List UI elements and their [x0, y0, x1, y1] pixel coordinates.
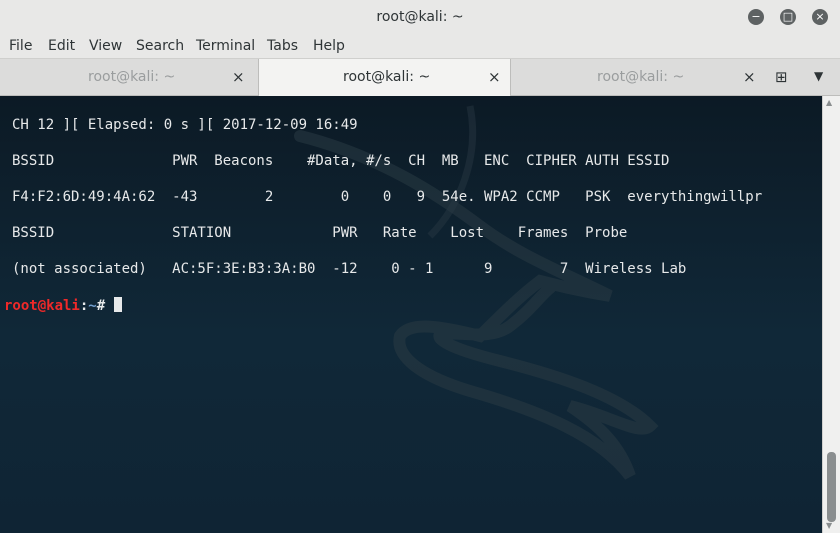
menu-file[interactable]: File	[9, 38, 32, 54]
tab-bar: root@kali: ~ × root@kali: ~ × root@kali:…	[0, 58, 840, 96]
minimize-icon[interactable]: −	[748, 9, 764, 25]
terminal-line-3: F4:F2:6D:49:4A:62 -43 2 0 0 9 54e. WPA2 …	[12, 189, 763, 205]
tab-2-label: root@kali: ~	[343, 69, 431, 85]
scroll-down-icon[interactable]: ▼	[826, 521, 832, 530]
tab-2[interactable]: root@kali: ~ ×	[258, 59, 511, 96]
menu-edit[interactable]: Edit	[48, 38, 75, 54]
menu-view[interactable]: View	[89, 38, 122, 54]
prompt-symbol: #	[96, 298, 114, 314]
title-bar: root@kali: ~ − □ ×	[0, 0, 840, 34]
prompt-user: root@kali	[4, 298, 80, 314]
tab-1-close-icon[interactable]: ×	[232, 68, 245, 86]
scrollbar[interactable]: ▲ ▼	[822, 96, 840, 533]
tab-2-close-icon[interactable]: ×	[488, 68, 501, 86]
tab-1-label: root@kali: ~	[88, 69, 176, 85]
tab-3[interactable]: root@kali: ~ ×	[511, 59, 765, 96]
tab-1[interactable]: root@kali: ~ ×	[0, 59, 258, 96]
scrollbar-thumb[interactable]	[827, 452, 836, 522]
menu-search[interactable]: Search	[136, 38, 184, 54]
menu-tabs[interactable]: Tabs	[267, 38, 298, 54]
close-icon[interactable]: ×	[812, 9, 828, 25]
tab-menu-chevron-down-icon[interactable]: ▼	[814, 69, 823, 83]
text-cursor	[113, 297, 122, 312]
terminal-view[interactable]: CH 12 ][ Elapsed: 0 s ][ 2017-12-09 16:4…	[0, 96, 822, 533]
tab-3-close-icon[interactable]: ×	[743, 68, 756, 86]
terminal-line-5: (not associated) AC:5F:3E:B3:3A:B0 -12 0…	[12, 261, 687, 277]
terminal-line-4: BSSID STATION PWR Rate Lost Frames Probe	[12, 225, 628, 241]
menu-bar: File Edit View Search Terminal Tabs Help	[0, 34, 840, 58]
menu-help[interactable]: Help	[313, 38, 345, 54]
window-title: root@kali: ~	[376, 9, 464, 25]
tab-3-label: root@kali: ~	[597, 69, 685, 85]
scroll-up-icon[interactable]: ▲	[826, 98, 832, 107]
terminal-prompt: root@kali:~#	[4, 297, 122, 314]
new-tab-icon[interactable]: ⊞	[775, 68, 788, 86]
prompt-path: ~	[88, 298, 97, 314]
maximize-icon[interactable]: □	[780, 9, 796, 25]
menu-terminal[interactable]: Terminal	[196, 38, 255, 54]
terminal-line-2: BSSID PWR Beacons #Data, #/s CH MB ENC C…	[12, 153, 670, 169]
terminal-line-1: CH 12 ][ Elapsed: 0 s ][ 2017-12-09 16:4…	[12, 117, 358, 133]
